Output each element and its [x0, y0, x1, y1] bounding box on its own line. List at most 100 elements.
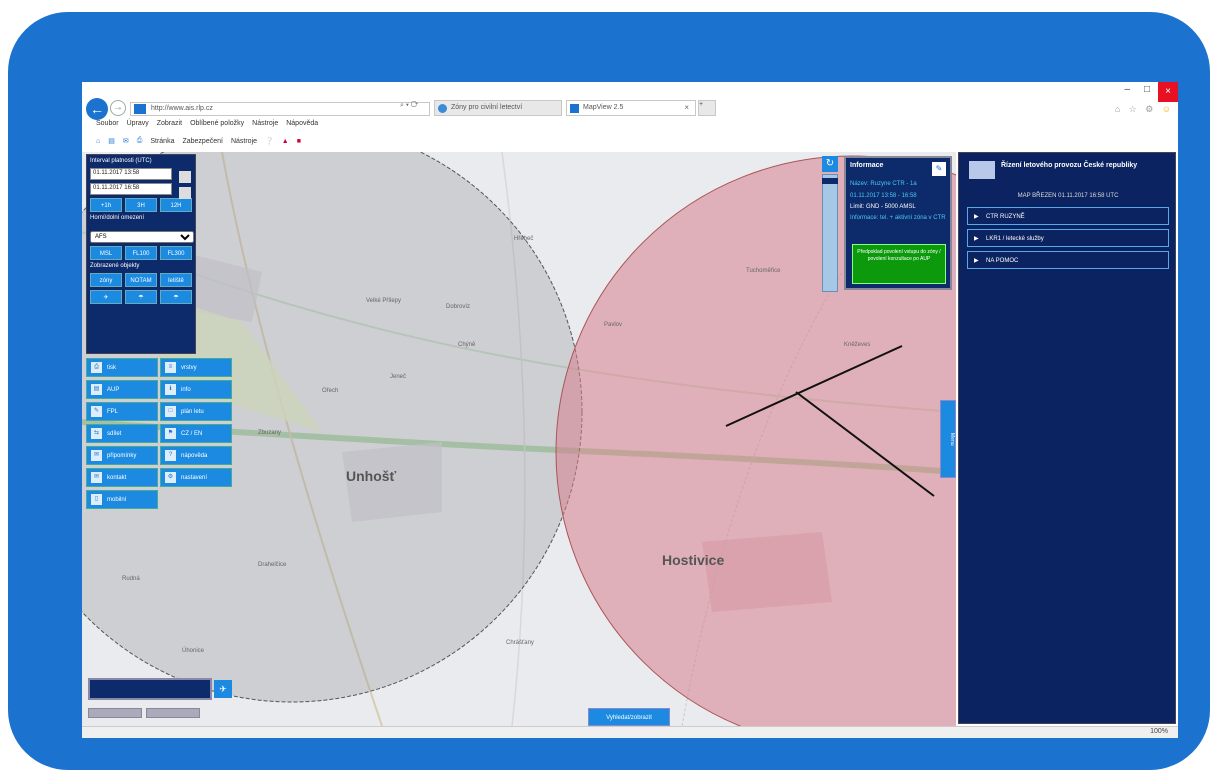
home-star-gear-icon[interactable]: ⌂ ☆ ⚙ — [1115, 104, 1157, 114]
menu-item-help[interactable]: Nápověda — [286, 120, 318, 132]
tab-zones[interactable]: Zóny pro civilní letectví — [434, 100, 562, 116]
object-button-airports[interactable]: letiště — [160, 273, 192, 287]
small-town-label: Zbuzany — [258, 430, 282, 436]
search-input[interactable] — [88, 678, 212, 700]
date-to-input[interactable]: 01.11.2017 16:58 — [90, 183, 172, 195]
forward-button[interactable]: → — [110, 100, 126, 116]
button-label: vrstvy — [181, 365, 197, 371]
outer-frame: ← → http://www.ais.rlp.cz ⌕ ▾ ⟳ Zóny pro… — [8, 12, 1210, 770]
popup-limit: Limit: GND - 5000 AMSL — [850, 204, 916, 210]
level-button-fl300[interactable]: FL300 — [160, 246, 192, 260]
cmd-security[interactable]: Zabezpečení — [182, 138, 222, 145]
print-icon[interactable]: ⎙ — [137, 137, 143, 145]
calendar-icon[interactable] — [179, 171, 191, 183]
flag-icon: ⚑ — [165, 428, 176, 439]
menu-edge-tab[interactable]: Menu — [940, 400, 956, 478]
language-button[interactable]: ⚑ CZ / EN — [160, 424, 232, 443]
cmd-page[interactable]: Stránka — [150, 138, 174, 145]
button-label: nastavení — [181, 475, 208, 481]
object-button-zones[interactable]: zóny — [90, 273, 122, 287]
button-label: nápověda — [181, 453, 208, 459]
zoom-slider-handle[interactable] — [822, 178, 838, 184]
side-item-help[interactable]: NA POMOC — [967, 251, 1169, 270]
info-button[interactable]: ℹ info — [160, 380, 232, 399]
feedback-smile-icon[interactable]: ☺ — [1162, 104, 1174, 114]
menu-item-edit[interactable]: Úpravy — [127, 120, 149, 132]
home-icon[interactable]: ⌂ — [96, 138, 100, 145]
small-town-label: Dobrovíz — [446, 304, 471, 310]
refresh-icon[interactable]: ↻ — [822, 156, 838, 172]
zoom-level[interactable]: 100% — [1150, 728, 1168, 735]
zoom-slider[interactable] — [822, 174, 838, 292]
popup-validity: 01.11.2017 13:58 - 16:58 — [850, 193, 917, 199]
aup-button[interactable]: ▤ AUP — [86, 380, 158, 399]
window-controls: – □ × — [1098, 82, 1178, 102]
close-button[interactable]: × — [1158, 82, 1178, 102]
mini-button[interactable] — [146, 708, 200, 718]
layers-button[interactable]: ≡ vrstvy — [160, 358, 232, 377]
flight-plan-button[interactable]: □ plán letu — [160, 402, 232, 421]
help-button[interactable]: ? nápověda — [160, 446, 232, 465]
time-button-1h[interactable]: +1h — [90, 198, 122, 212]
address-bar[interactable]: http://www.ais.rlp.cz — [130, 102, 430, 116]
print-button[interactable]: ⎙ tisk — [86, 358, 158, 377]
address-text: http://www.ais.rlp.cz — [151, 105, 213, 112]
addon2-icon[interactable]: ■ — [297, 138, 301, 145]
minimize-button[interactable]: – — [1124, 84, 1130, 95]
address-controls[interactable]: ⌕ ▾ ⟳ — [400, 102, 418, 110]
new-tab-button[interactable]: + — [698, 100, 716, 116]
addon-icon[interactable]: ▲ — [282, 138, 289, 145]
menu-item-view[interactable]: Zobrazit — [157, 120, 182, 132]
envelope-icon: ✉ — [91, 472, 102, 483]
site-favicon-icon — [134, 104, 146, 114]
button-label: kontakt — [107, 475, 127, 481]
mini-button[interactable] — [88, 708, 142, 718]
town-label: Unhošť — [346, 468, 397, 484]
parachute-icon[interactable]: ☂ — [125, 290, 157, 304]
side-item-services[interactable]: LKR1 / letecké služby — [967, 229, 1169, 248]
side-title: Řízení letového provozu České republiky — [1001, 162, 1138, 169]
umbrella-icon[interactable]: ☂ — [160, 290, 192, 304]
calendar-icon[interactable] — [179, 187, 191, 199]
fpl-button[interactable]: ✎ FPL — [86, 402, 158, 421]
permission-notice-button[interactable]: Předpoklad povolení vstupu do zóny / pov… — [852, 244, 946, 284]
browser-toolbar-icons[interactable]: ⌂ ☆ ⚙ ☺ — [1115, 104, 1174, 115]
time-filter-panel: Interval platnosti (UTC) 01.11.2017 13:5… — [86, 154, 196, 354]
square-icon: □ — [165, 406, 176, 417]
tab-close-icon[interactable]: × — [684, 103, 689, 112]
tab-favicon-icon — [570, 104, 579, 113]
side-item-ctr[interactable]: CTR RUZYNĚ — [967, 207, 1169, 226]
button-label: tisk — [107, 365, 116, 371]
back-button[interactable]: ← — [86, 98, 108, 120]
time-button-3h[interactable]: 3H — [125, 198, 157, 212]
plane-icon[interactable]: ✈ — [90, 290, 122, 304]
table-icon: ▤ — [91, 384, 102, 395]
menu-item-tools[interactable]: Nástroje — [252, 120, 278, 132]
search-button[interactable]: ✈ — [214, 680, 232, 698]
contact-button[interactable]: ✉ kontakt — [86, 468, 158, 487]
tab-mapview[interactable]: MapView 2.5 × — [566, 100, 696, 116]
time-button-12h[interactable]: 12H — [160, 198, 192, 212]
level-button-fl100[interactable]: FL100 — [125, 246, 157, 260]
status-bar: 100% — [82, 726, 1178, 738]
feedback-button[interactable]: ✉ připomínky — [86, 446, 158, 465]
mail-icon[interactable]: ✉ — [123, 137, 129, 145]
settings-button[interactable]: ⚙ nastavení — [160, 468, 232, 487]
interval-label: Interval platnosti (UTC) — [90, 158, 152, 164]
cmd-tools[interactable]: Nástroje — [231, 138, 257, 145]
edit-icon[interactable]: ✎ — [932, 162, 946, 176]
button-label: připomínky — [107, 453, 137, 459]
object-button-notam[interactable]: NOTAM — [125, 273, 157, 287]
date-from-input[interactable]: 01.11.2017 13:58 — [90, 168, 172, 180]
share-button[interactable]: ⇆ sdílet — [86, 424, 158, 443]
search-display-button[interactable]: Vyhledat/zobrazit — [588, 708, 670, 726]
maximize-button[interactable]: □ — [1144, 84, 1150, 95]
level-button-msl[interactable]: MSL — [90, 246, 122, 260]
menu-item-file[interactable]: Soubor — [96, 120, 119, 132]
feeds-icon[interactable]: ▤ — [108, 137, 115, 145]
airspace-select[interactable]: AFS — [90, 231, 194, 243]
mobile-button[interactable]: ▯ mobilní — [86, 490, 158, 509]
help-icon[interactable]: ❔ — [265, 137, 274, 145]
menu-bar: Soubor Úpravy Zobrazit Oblíbené položky … — [96, 120, 318, 132]
menu-item-favorites[interactable]: Oblíbené položky — [190, 120, 244, 132]
